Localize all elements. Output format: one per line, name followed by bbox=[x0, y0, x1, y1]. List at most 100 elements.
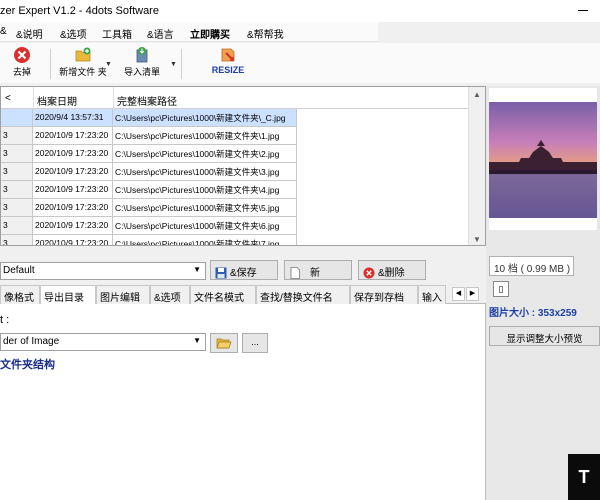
output-folder-label: t : bbox=[0, 314, 10, 326]
new-profile-label: 新 bbox=[310, 268, 320, 279]
preview-image bbox=[489, 88, 597, 230]
tab-find-replace-filename[interactable]: 查找/替换文件名 bbox=[256, 285, 350, 304]
menu-bar: & &说明 &选项 工具箱 &语言 立即購买 &帮帮我 bbox=[0, 22, 378, 42]
table-row[interactable]: 3 2020/10/9 17:23:20 C:\Users\pc\Pictures\… bbox=[1, 235, 297, 245]
remove-label: 去掉 bbox=[12, 67, 31, 77]
column-header-file-date[interactable]: 档案日期 bbox=[37, 93, 77, 108]
window-title: zer Expert V1.2 - 4dots Software bbox=[0, 5, 159, 17]
column-header-scroll-left[interactable]: < bbox=[5, 93, 11, 104]
delete-profile-button[interactable]: &删除 bbox=[358, 260, 426, 280]
chevron-down-icon: ▼ bbox=[193, 265, 201, 274]
menu-item-partial[interactable]: & bbox=[0, 26, 7, 37]
table-row[interactable]: 3 2020/10/9 17:23:20 C:\Users\pc\Pictures\… bbox=[1, 199, 297, 217]
save-icon bbox=[215, 267, 227, 279]
file-grid: < 档案日期 完整档案路径 2020/9/4 13:57:31 C:\Users\… bbox=[0, 86, 486, 246]
tab-scroll-left-icon[interactable]: ◀ bbox=[452, 287, 465, 301]
scroll-up-icon[interactable]: ▲ bbox=[473, 90, 481, 99]
minimize-button[interactable] bbox=[576, 2, 590, 16]
new-folder-button[interactable]: 新增文件 夹 bbox=[53, 46, 113, 82]
import-dropdown-icon[interactable]: ▼ bbox=[170, 61, 177, 68]
file-date-cell: 2020/10/9 17:23:20 bbox=[33, 235, 113, 245]
file-path-cell: C:\Users\pc\Pictures\1000\新建文件夹\5.jpg bbox=[113, 199, 297, 217]
file-date-cell: 2020/10/9 17:23:20 bbox=[33, 145, 113, 163]
open-folder-icon[interactable]: ▯ bbox=[493, 281, 509, 297]
menu-item-view[interactable]: &说明 bbox=[16, 26, 43, 41]
menu-item-help[interactable]: &帮帮我 bbox=[247, 26, 284, 41]
column-separator[interactable] bbox=[113, 87, 114, 109]
tab-export-folder[interactable]: 导出目录 bbox=[40, 285, 96, 305]
grid-vertical-scrollbar[interactable]: ▲ ▼ bbox=[468, 87, 485, 245]
file-path-cell: C:\Users\pc\Pictures\1000\新建文件夹\7.jpg bbox=[113, 235, 297, 245]
new-document-icon bbox=[290, 267, 300, 280]
table-row[interactable]: 3 2020/10/9 17:23:20 C:\Users\pc\Pictures\… bbox=[1, 145, 297, 163]
grid-header: < 档案日期 完整档案路径 bbox=[1, 87, 485, 109]
folder-add-icon bbox=[75, 47, 91, 62]
title-bar: zer Expert V1.2 - 4dots Software bbox=[0, 0, 600, 22]
folder-structure-heading: 文件夹结构 bbox=[0, 359, 55, 371]
file-date-cell: 2020/10/9 17:23:20 bbox=[33, 127, 113, 145]
file-date-cell: 2020/10/9 17:23:20 bbox=[33, 181, 113, 199]
tab-options[interactable]: &选项 bbox=[150, 285, 190, 304]
menu-item-tools[interactable]: 工具箱 bbox=[102, 26, 132, 41]
table-row[interactable]: 3 2020/10/9 17:23:20 C:\Users\pc\Pictures\… bbox=[1, 217, 297, 235]
file-date-cell: 2020/10/9 17:23:20 bbox=[33, 199, 113, 217]
save-profile-label: &保存 bbox=[230, 268, 257, 279]
row-index-cell: 3 bbox=[1, 199, 33, 217]
toolbar-separator bbox=[181, 49, 182, 79]
resize-icon bbox=[221, 48, 235, 62]
tab-scroll-right-icon[interactable]: ▶ bbox=[466, 287, 479, 301]
menu-item-buy[interactable]: 立即購买 bbox=[190, 26, 230, 41]
profile-select[interactable]: Default ▼ bbox=[0, 262, 206, 280]
remove-icon bbox=[14, 47, 30, 63]
tab-input[interactable]: 输入 bbox=[418, 285, 446, 304]
import-list-button[interactable]: 导入清單 bbox=[118, 46, 166, 82]
file-path-cell: C:\Users\pc\Pictures\1000\新建文件夹\1.jpg bbox=[113, 127, 297, 145]
chevron-down-icon: ▼ bbox=[193, 336, 201, 345]
menu-item-options[interactable]: &选项 bbox=[60, 26, 87, 41]
table-row[interactable]: 2020/9/4 13:57:31 C:\Users\pc\Pictures\10… bbox=[1, 109, 297, 127]
table-row[interactable]: 3 2020/10/9 17:23:20 C:\Users\pc\Pictures\… bbox=[1, 181, 297, 199]
toolbar-separator bbox=[50, 49, 51, 79]
tab-filename-pattern[interactable]: 文件名模式 bbox=[190, 285, 256, 304]
file-path-cell: C:\Users\pc\Pictures\1000\新建文件夹\4.jpg bbox=[113, 181, 297, 199]
profile-select-value: Default bbox=[3, 265, 35, 276]
folder-open-icon bbox=[216, 338, 232, 349]
browse-button[interactable]: ... bbox=[242, 333, 268, 353]
scroll-down-icon[interactable]: ▼ bbox=[473, 235, 481, 244]
delete-icon bbox=[363, 267, 375, 279]
table-row[interactable]: 3 2020/10/9 17:23:20 C:\Users\pc\Pictures\… bbox=[1, 127, 297, 145]
row-index-cell: 3 bbox=[1, 145, 33, 163]
import-icon bbox=[136, 47, 148, 63]
table-row[interactable]: 3 2020/10/9 17:23:20 C:\Users\pc\Pictures\… bbox=[1, 163, 297, 181]
new-folder-label: 新增文件 夹 bbox=[59, 67, 107, 77]
menu-item-language[interactable]: &语言 bbox=[147, 26, 174, 41]
tab-image-edit[interactable]: 图片编辑 bbox=[96, 285, 150, 304]
export-folder-panel: t : der of Image ▼ ... 文件夹结构 bbox=[0, 304, 486, 500]
row-index-cell: 3 bbox=[1, 127, 33, 145]
image-size-label: 图片大小 : 353x259 bbox=[489, 308, 577, 319]
new-folder-dropdown-icon[interactable]: ▼ bbox=[105, 61, 112, 68]
output-folder-value: der of Image bbox=[3, 336, 60, 347]
delete-profile-label: &删除 bbox=[378, 268, 405, 279]
row-index-cell: 3 bbox=[1, 163, 33, 181]
file-date-cell: 2020/9/4 13:57:31 bbox=[33, 109, 113, 127]
new-profile-button[interactable]: 新 bbox=[284, 260, 352, 280]
resize-button[interactable]: RESIZE bbox=[206, 46, 250, 82]
tab-save-to-archive[interactable]: 保存到存档 bbox=[350, 285, 418, 304]
output-folder-select[interactable]: der of Image ▼ bbox=[0, 333, 206, 351]
open-folder-button[interactable] bbox=[210, 333, 238, 353]
import-list-label: 导入清單 bbox=[123, 67, 160, 77]
file-path-cell: C:\Users\pc\Pictures\1000\新建文件夹\6.jpg bbox=[113, 217, 297, 235]
column-separator[interactable] bbox=[33, 87, 34, 109]
settings-tabs: 像格式 导出目录 图片编辑 &选项 文件名模式 查找/替换文件名 保存到存档 输… bbox=[0, 285, 486, 305]
column-header-full-path[interactable]: 完整档案路径 bbox=[117, 93, 177, 108]
file-path-cell: C:\Users\pc\Pictures\1000\新建文件夹\3.jpg bbox=[113, 163, 297, 181]
file-date-cell: 2020/10/9 17:23:20 bbox=[33, 217, 113, 235]
remove-button[interactable]: 去掉 bbox=[2, 46, 42, 82]
resize-label: RESIZE bbox=[211, 65, 245, 75]
save-profile-button[interactable]: &保存 bbox=[210, 260, 278, 280]
file-date-cell: 2020/10/9 17:23:20 bbox=[33, 163, 113, 181]
tab-image-format[interactable]: 像格式 bbox=[0, 285, 40, 304]
toolbar: 去掉 新增文件 夹 ▼ 导入清單 ▼ RESIZE bbox=[0, 43, 600, 83]
show-resize-preview-button[interactable]: 显示调整大小预览 bbox=[489, 326, 600, 346]
